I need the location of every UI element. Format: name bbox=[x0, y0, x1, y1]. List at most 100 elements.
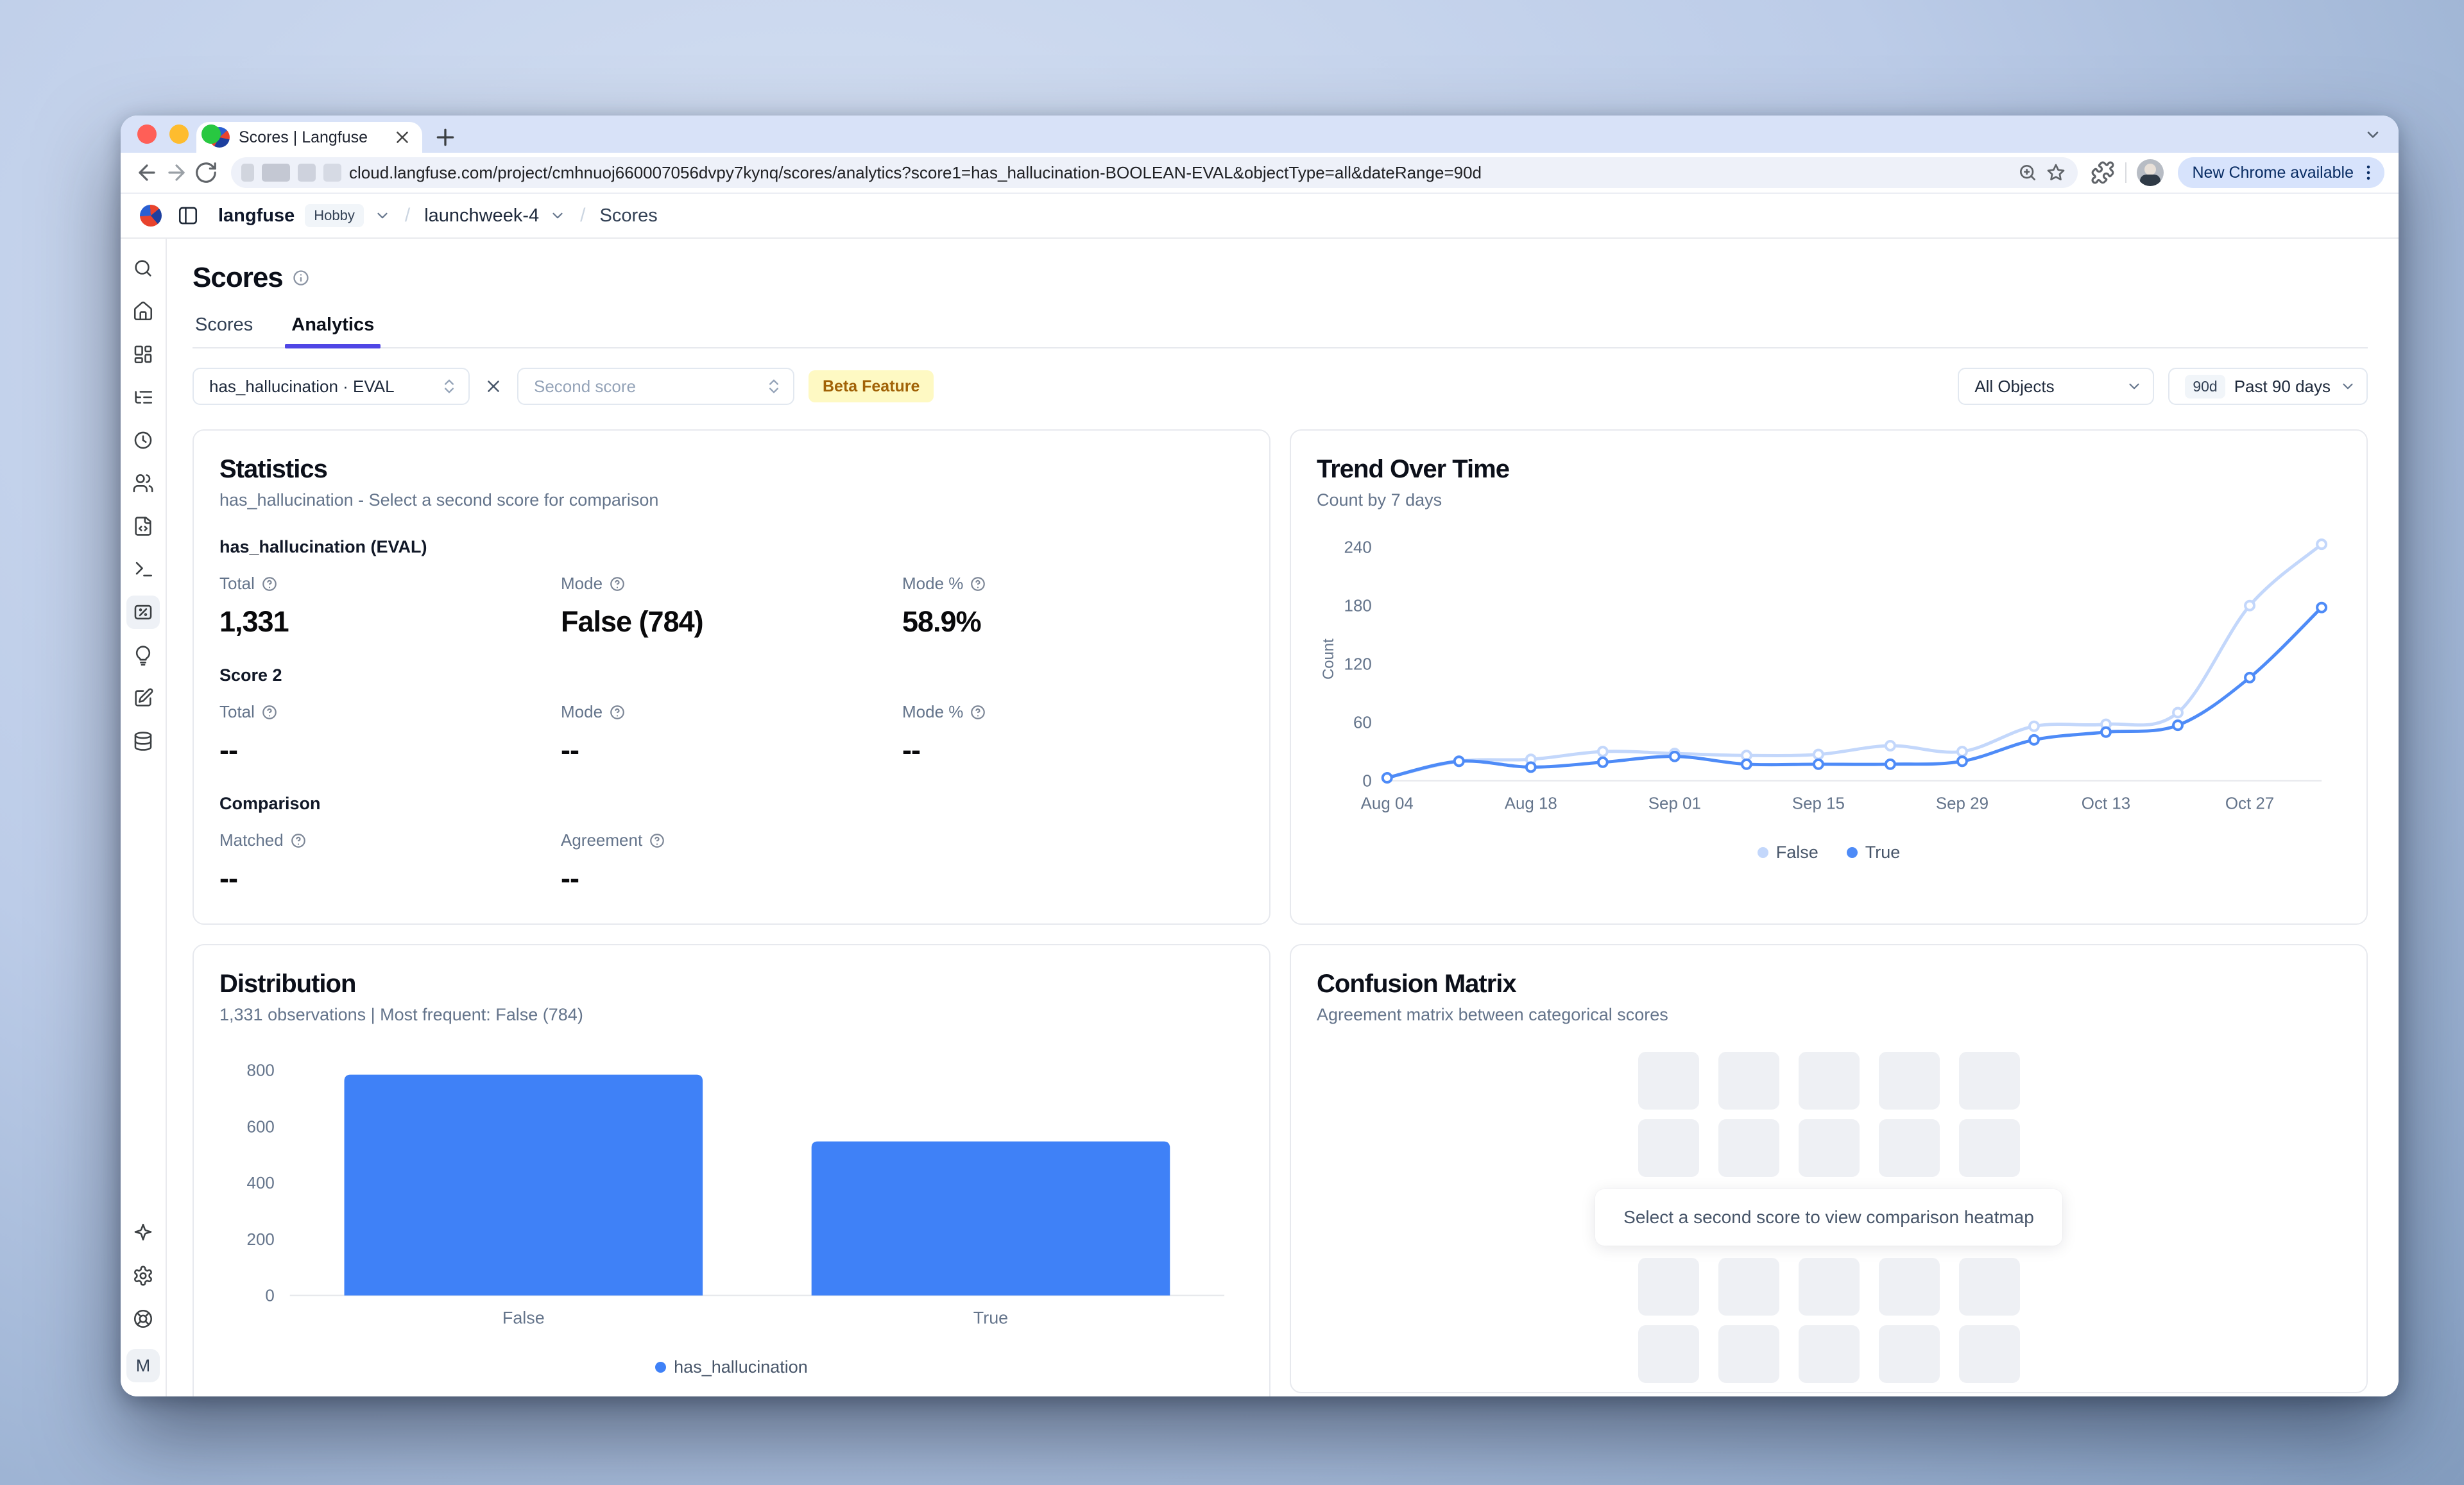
sidebar-item-settings[interactable] bbox=[126, 1259, 160, 1292]
help-circle-icon[interactable] bbox=[970, 704, 986, 721]
svg-text:Oct 13: Oct 13 bbox=[2082, 794, 2130, 812]
sidebar-item-home[interactable] bbox=[126, 295, 160, 328]
metric-mode-pct: Mode % 58.9% bbox=[902, 574, 1244, 639]
tab-analytics[interactable]: Analytics bbox=[289, 314, 377, 347]
back-icon[interactable] bbox=[135, 160, 159, 185]
score2-select[interactable]: Second score bbox=[517, 368, 794, 405]
sidebar-item-whats-new[interactable] bbox=[126, 1216, 160, 1249]
sidebar-item-users[interactable] bbox=[126, 467, 160, 500]
legend-dot-icon bbox=[1758, 847, 1768, 858]
score1-select[interactable]: has_hallucination · EVAL bbox=[193, 368, 470, 405]
sidebar-toggle-icon[interactable] bbox=[177, 205, 199, 227]
sidebar-item-evaluators[interactable] bbox=[126, 639, 160, 672]
range-value: Past 90 days bbox=[2234, 377, 2331, 397]
sidebar-item-datasets[interactable] bbox=[126, 725, 160, 758]
legend-item[interactable]: True bbox=[1847, 843, 1901, 863]
site-info-redacted bbox=[241, 164, 254, 182]
date-range-select[interactable]: 90d Past 90 days bbox=[2168, 368, 2368, 405]
trend-title: Trend Over Time bbox=[1317, 455, 2341, 484]
svg-text:True: True bbox=[973, 1308, 1008, 1327]
help-circle-icon[interactable] bbox=[970, 576, 986, 592]
square-pen-icon bbox=[132, 687, 154, 709]
user-avatar[interactable]: M bbox=[126, 1349, 160, 1382]
help-circle-icon[interactable] bbox=[261, 576, 278, 592]
sidebar-item-scores[interactable] bbox=[126, 596, 160, 629]
distribution-title: Distribution bbox=[219, 970, 1244, 999]
tab-search-icon[interactable] bbox=[2364, 126, 2382, 144]
langfuse-app: langfuse Hobby / launchweek-4 / Scores bbox=[121, 194, 2399, 1396]
plan-badge: Hobby bbox=[305, 204, 364, 227]
maximize-window-button[interactable] bbox=[201, 124, 221, 144]
org-name[interactable]: langfuse bbox=[218, 205, 295, 227]
metric-label: Mode bbox=[561, 702, 603, 722]
placeholder-row bbox=[1638, 1258, 2020, 1316]
trend-chart: 060120180240CountAug 04Aug 18Sep 01Sep 1… bbox=[1317, 524, 2341, 826]
stat-section-heading: has_hallucination (EVAL) bbox=[219, 537, 1244, 557]
metric-mode: Mode False (784) bbox=[561, 574, 902, 639]
confusion-title: Confusion Matrix bbox=[1317, 970, 2341, 999]
metric-label: Total bbox=[219, 574, 255, 594]
tab-close-icon[interactable] bbox=[393, 128, 412, 147]
new-tab-button[interactable] bbox=[432, 124, 458, 150]
toolbar-divider bbox=[2125, 162, 2126, 183]
zoom-icon[interactable] bbox=[2017, 162, 2038, 183]
trend-subtitle: Count by 7 days bbox=[1317, 490, 2341, 510]
help-circle-icon[interactable] bbox=[261, 704, 278, 721]
browser-tab[interactable]: Scores | Langfuse bbox=[196, 122, 422, 153]
beta-feature-badge: Beta Feature bbox=[809, 370, 934, 402]
reload-icon[interactable] bbox=[194, 160, 218, 185]
clear-score-filter-button[interactable] bbox=[484, 377, 503, 396]
help-circle-icon[interactable] bbox=[609, 704, 626, 721]
desktop-background: Scores | Langfuse bbox=[0, 0, 2464, 1485]
metric-total: Total 1,331 bbox=[219, 574, 561, 639]
metric-total-2: Total -- bbox=[219, 702, 561, 767]
info-icon[interactable] bbox=[292, 269, 310, 287]
close-window-button[interactable] bbox=[137, 124, 157, 144]
legend-item[interactable]: has_hallucination bbox=[655, 1357, 808, 1377]
legend-label: True bbox=[1865, 843, 1901, 863]
help-circle-icon[interactable] bbox=[609, 576, 626, 592]
stat-section-heading: Score 2 bbox=[219, 665, 1244, 685]
metric-label: Mode % bbox=[902, 702, 963, 722]
forward-icon[interactable] bbox=[164, 160, 189, 185]
sidebar-item-prompts[interactable] bbox=[126, 510, 160, 543]
project-chevron-down-icon[interactable] bbox=[549, 207, 566, 224]
svg-text:Sep 29: Sep 29 bbox=[1936, 794, 1989, 812]
extensions-puzzle-icon[interactable] bbox=[2091, 160, 2115, 185]
sidebar-item-support[interactable] bbox=[126, 1302, 160, 1335]
filter-row: has_hallucination · EVAL Second score Be… bbox=[193, 368, 2368, 405]
svg-text:400: 400 bbox=[247, 1174, 275, 1192]
chevron-down-icon bbox=[2340, 378, 2356, 395]
chrome-update-chip[interactable]: New Chrome available bbox=[2178, 157, 2384, 188]
window-controls bbox=[137, 124, 221, 144]
object-type-select[interactable]: All Objects bbox=[1958, 368, 2154, 405]
svg-text:120: 120 bbox=[1344, 656, 1372, 674]
browser-tab-strip: Scores | Langfuse bbox=[121, 116, 2399, 153]
browser-menu-icon[interactable] bbox=[2359, 163, 2378, 182]
placeholder-row bbox=[1638, 1052, 2020, 1110]
sidebar-item-dashboards[interactable] bbox=[126, 338, 160, 371]
clock-icon bbox=[132, 429, 154, 451]
confusion-card: Confusion Matrix Agreement matrix betwee… bbox=[1290, 944, 2368, 1393]
sidebar-item-annotation[interactable] bbox=[126, 682, 160, 715]
url-text[interactable]: cloud.langfuse.com/project/cmhnuoj660007… bbox=[349, 163, 2010, 183]
profile-avatar[interactable] bbox=[2137, 159, 2164, 186]
legend-item[interactable]: False bbox=[1758, 843, 1818, 863]
sidebar-item-playground[interactable] bbox=[126, 553, 160, 586]
address-bar[interactable]: cloud.langfuse.com/project/cmhnuoj660007… bbox=[231, 157, 2078, 188]
sidebar-item-search[interactable] bbox=[126, 252, 160, 285]
project-name[interactable]: launchweek-4 bbox=[424, 205, 539, 227]
site-info-redacted bbox=[298, 164, 316, 182]
help-circle-icon[interactable] bbox=[290, 832, 307, 849]
database-icon bbox=[132, 730, 154, 752]
minimize-window-button[interactable] bbox=[169, 124, 189, 144]
home-icon bbox=[132, 300, 154, 322]
sidebar-item-tracing[interactable] bbox=[126, 381, 160, 414]
svg-text:60: 60 bbox=[1353, 714, 1372, 732]
help-circle-icon[interactable] bbox=[649, 832, 665, 849]
page-title: Scores bbox=[193, 262, 283, 294]
sidebar-item-sessions[interactable] bbox=[126, 424, 160, 457]
bookmark-star-icon[interactable] bbox=[2046, 162, 2066, 183]
tab-scores[interactable]: Scores bbox=[193, 314, 255, 347]
org-chevron-down-icon[interactable] bbox=[374, 207, 391, 224]
